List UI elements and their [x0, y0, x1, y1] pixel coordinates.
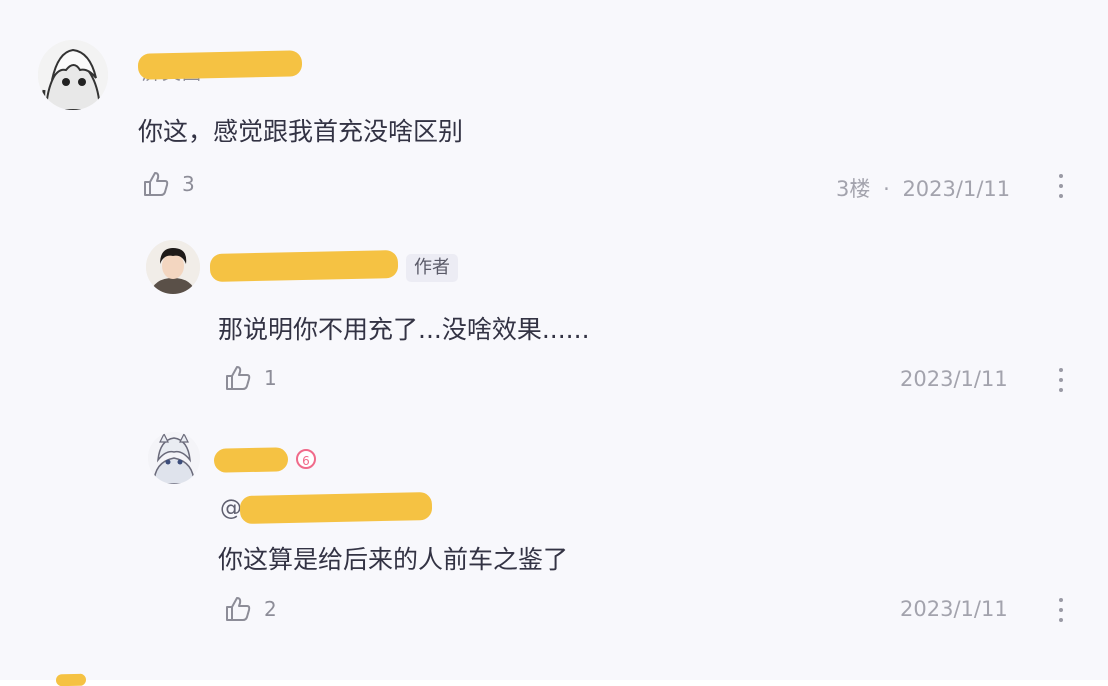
- like-count: 3: [182, 172, 195, 196]
- thumbs-up-icon: [144, 172, 169, 196]
- like-count: 1: [264, 366, 277, 390]
- redaction-mark: [239, 491, 433, 525]
- like-count: 2: [264, 597, 277, 621]
- comment-content: 你这，感觉跟我首充没啥区别: [138, 117, 464, 146]
- avatar-anime-icon: [148, 432, 200, 484]
- comment-date: 2023/1/11: [902, 177, 1011, 201]
- like-button[interactable]: 1: [224, 364, 277, 392]
- redaction-mark: [137, 50, 303, 80]
- comment-meta: 3楼 · 2023/1/11: [836, 173, 1010, 203]
- redaction-mark: [209, 250, 399, 282]
- comment-panel: 屏文图 你这，感觉跟我首充没啥区别 3 3楼 · 2023/1/11 子 作者 …: [0, 0, 1108, 686]
- avatar-boy-icon: [146, 240, 200, 294]
- thumbs-up-icon: [226, 366, 251, 390]
- avatar[interactable]: [38, 40, 108, 110]
- reply-date: 2023/1/11: [900, 367, 1008, 391]
- redaction-mark: [213, 447, 289, 473]
- thumbs-up-icon: [226, 597, 251, 621]
- meta-separator: ·: [883, 177, 890, 201]
- like-button[interactable]: 3: [142, 170, 195, 198]
- mention-prefix: @: [220, 496, 242, 521]
- avatar[interactable]: [146, 240, 200, 294]
- like-button[interactable]: 2: [224, 595, 277, 623]
- avatar-anime-icon: [38, 40, 108, 110]
- floor-number: 3楼: [836, 177, 871, 201]
- level-badge: 6: [296, 449, 316, 469]
- reply-content: 你这算是给后来的人前车之鉴了: [218, 545, 569, 574]
- author-badge: 作者: [406, 254, 458, 282]
- reply-date: 2023/1/11: [900, 597, 1008, 621]
- reply-content: 那说明你不用充了...没啥效果......: [218, 315, 590, 344]
- more-vertical-icon[interactable]: [1058, 598, 1064, 622]
- more-vertical-icon[interactable]: [1058, 368, 1064, 392]
- avatar[interactable]: [148, 432, 200, 484]
- more-vertical-icon[interactable]: [1058, 174, 1064, 198]
